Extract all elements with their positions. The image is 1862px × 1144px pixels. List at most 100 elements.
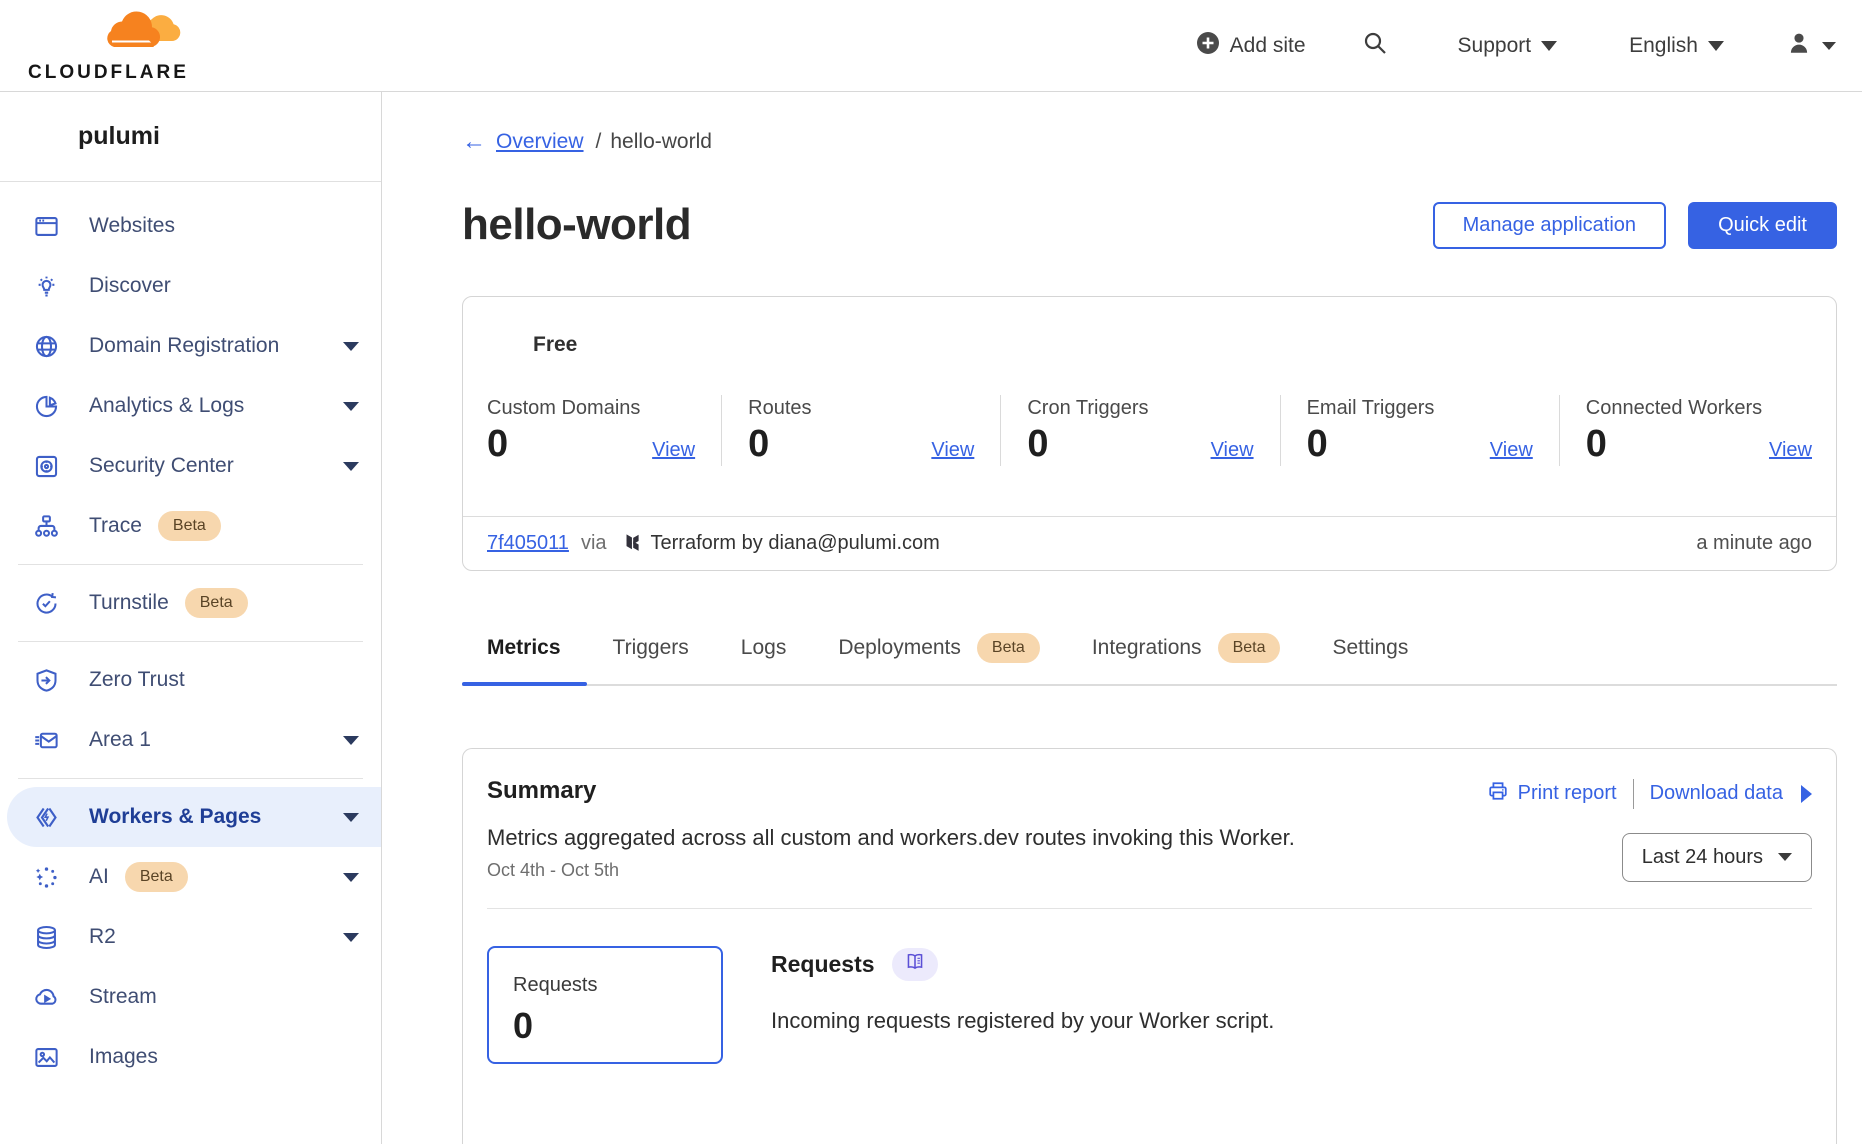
stat-label: Routes: [748, 397, 974, 420]
deployment-version-link[interactable]: 7f405011: [487, 532, 569, 555]
chevron-down-icon: [343, 342, 359, 351]
sidebar-divider: [18, 778, 363, 779]
manage-application-button[interactable]: Manage application: [1433, 202, 1666, 249]
view-link[interactable]: View: [1769, 439, 1812, 466]
tab-label: Settings: [1332, 636, 1408, 660]
beta-badge: Beta: [1218, 633, 1281, 663]
printer-icon: [1487, 780, 1509, 808]
account-name: pulumi: [0, 92, 381, 182]
sidebar-item-label: AI: [89, 865, 109, 889]
search-button[interactable]: [1362, 30, 1388, 62]
chevron-down-icon: [343, 462, 359, 471]
tab-metrics[interactable]: Metrics: [462, 633, 587, 684]
sidebar-item-r2[interactable]: R2: [0, 907, 381, 967]
chevron-down-icon: [343, 402, 359, 411]
tab-deployments[interactable]: Deployments Beta: [812, 633, 1065, 684]
view-link[interactable]: View: [1490, 439, 1533, 466]
deployment-time: a minute ago: [1696, 532, 1812, 555]
chevron-down-icon: [343, 736, 359, 745]
sidebar-item-turnstile[interactable]: Turnstile Beta: [0, 573, 381, 633]
globe-icon: [33, 333, 60, 360]
chevron-down-icon: [343, 813, 359, 822]
shield-arrow-icon: [33, 667, 60, 694]
user-icon: [1786, 30, 1812, 62]
summary-date-range: Oct 4th - Oct 5th: [487, 860, 1295, 881]
tab-triggers[interactable]: Triggers: [587, 633, 715, 684]
view-link[interactable]: View: [652, 439, 695, 466]
stat-label: Connected Workers: [1586, 397, 1812, 420]
brand-wordmark: CLOUDFLARE: [28, 62, 188, 84]
sidebar-item-workers-pages[interactable]: Workers & Pages: [7, 787, 381, 847]
sidebar-item-ai[interactable]: AI Beta: [0, 847, 381, 907]
stat-value: 0: [1307, 424, 1328, 466]
stat-cron-triggers: Cron Triggers 0 View: [1027, 395, 1280, 466]
quick-edit-button[interactable]: Quick edit: [1688, 202, 1837, 249]
sidebar-item-discover[interactable]: Discover: [0, 256, 381, 316]
tab-integrations[interactable]: Integrations Beta: [1066, 633, 1307, 684]
cloudflare-cloud-icon: [28, 7, 188, 60]
chevron-down-icon: [343, 873, 359, 882]
sitemap-icon: [33, 513, 60, 540]
sidebar-item-websites[interactable]: Websites: [0, 196, 381, 256]
stat-value: 0: [1027, 424, 1048, 466]
chevron-down-icon: [1708, 41, 1724, 51]
add-site-label: Add site: [1230, 34, 1306, 58]
breadcrumb-overview-link[interactable]: Overview: [496, 130, 584, 154]
plan-name: Free: [463, 297, 1836, 357]
tab-logs[interactable]: Logs: [715, 633, 813, 684]
stat-label: Custom Domains: [487, 397, 695, 420]
beta-badge: Beta: [125, 862, 188, 892]
time-range-select[interactable]: Last 24 hours: [1622, 833, 1812, 882]
docs-chip[interactable]: [892, 948, 938, 981]
ai-sparkle-icon: [33, 864, 60, 891]
plan-stats: Custom Domains 0 View Routes 0 View Cron…: [463, 395, 1836, 466]
chevron-right-icon: [1801, 785, 1812, 803]
sidebar-item-domain-registration[interactable]: Domain Registration: [0, 316, 381, 376]
stat-value: 0: [748, 424, 769, 466]
requests-metric-card[interactable]: Requests 0: [487, 946, 723, 1064]
sidebar-item-analytics-logs[interactable]: Analytics & Logs: [0, 376, 381, 436]
metric-description: Incoming requests registered by your Wor…: [771, 1008, 1274, 1034]
sidebar-divider: [18, 641, 363, 642]
breadcrumb: ← Overview / hello-world: [462, 128, 1837, 156]
main-content: ← Overview / hello-world hello-world Man…: [382, 92, 1862, 1144]
metric-title: Requests: [771, 951, 875, 978]
terraform-icon: [619, 532, 640, 555]
sidebar-item-images[interactable]: Images: [0, 1027, 381, 1087]
sidebar: pulumi Websites: [0, 92, 382, 1144]
sidebar-item-label: Workers & Pages: [89, 805, 261, 829]
stat-custom-domains: Custom Domains 0 View: [487, 395, 722, 466]
language-menu[interactable]: English: [1629, 34, 1724, 58]
account-menu[interactable]: [1786, 30, 1836, 62]
summary-title: Summary: [487, 777, 1295, 805]
sidebar-divider: [18, 564, 363, 565]
download-data-label: Download data: [1650, 782, 1783, 805]
language-label: English: [1629, 34, 1698, 58]
rotate-check-icon: [33, 590, 60, 617]
sidebar-item-label: Images: [89, 1045, 158, 1069]
stream-play-icon: [33, 984, 60, 1011]
print-report-link[interactable]: Print report: [1487, 780, 1617, 808]
support-menu[interactable]: Support: [1458, 34, 1558, 58]
tab-label: Integrations: [1092, 636, 1202, 660]
stat-label: Email Triggers: [1307, 397, 1533, 420]
view-link[interactable]: View: [931, 439, 974, 466]
sidebar-item-zero-trust[interactable]: Zero Trust: [0, 650, 381, 710]
sidebar-item-label: Turnstile: [89, 591, 169, 615]
tab-settings[interactable]: Settings: [1306, 633, 1434, 684]
stat-routes: Routes 0 View: [748, 395, 1001, 466]
add-site-button[interactable]: Add site: [1196, 31, 1306, 61]
breadcrumb-separator: /: [596, 130, 602, 154]
deployment-source: Terraform by diana@pulumi.com: [651, 532, 940, 555]
sidebar-item-security-center[interactable]: Security Center: [0, 436, 381, 496]
sidebar-item-label: R2: [89, 925, 116, 949]
plan-card: Free Custom Domains 0 View Routes 0 View: [462, 296, 1837, 571]
download-data-link[interactable]: Download data: [1650, 782, 1812, 805]
cloudflare-logo[interactable]: CLOUDFLARE: [28, 7, 188, 84]
sidebar-item-stream[interactable]: Stream: [0, 967, 381, 1027]
sidebar-item-label: Domain Registration: [89, 334, 279, 358]
view-link[interactable]: View: [1211, 439, 1254, 466]
sidebar-item-area-1[interactable]: Area 1: [0, 710, 381, 770]
sidebar-item-trace[interactable]: Trace Beta: [0, 496, 381, 556]
sidebar-item-label: Discover: [89, 274, 171, 298]
